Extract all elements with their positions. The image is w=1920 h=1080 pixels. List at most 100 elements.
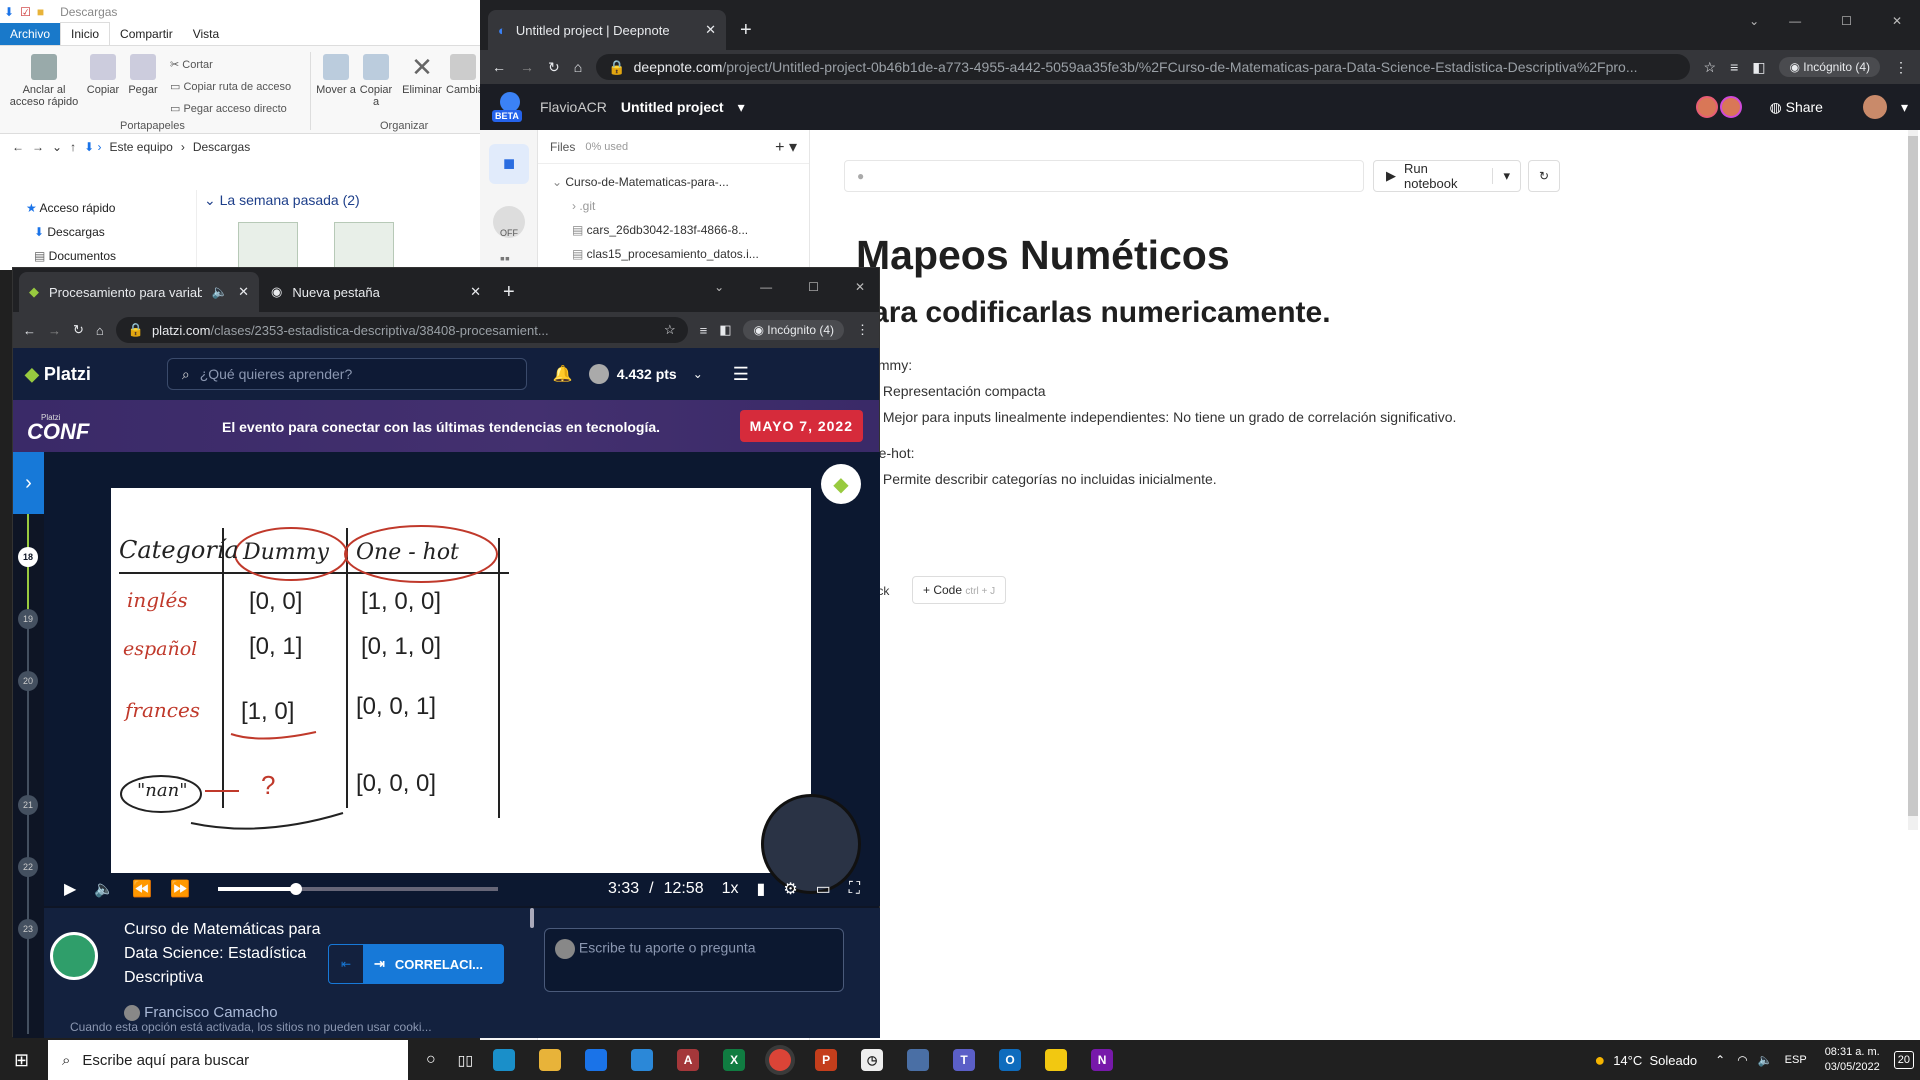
maximize-icon[interactable]: ☐	[808, 280, 819, 294]
chrome-icon[interactable]	[769, 1049, 792, 1071]
onehot-label[interactable]: One-hot:	[860, 440, 1456, 466]
forward-icon[interactable]: →	[48, 323, 61, 338]
nav-item-descargas[interactable]: ⬇ Descargas	[26, 220, 116, 244]
excel-file-icon[interactable]	[334, 222, 394, 268]
clock-app-icon[interactable]: ◷	[861, 1049, 884, 1071]
volume-icon[interactable]: 🔈	[1758, 1053, 1773, 1067]
tab-deepnote[interactable]: ◐ Untitled project | Deepnote ✕	[488, 10, 726, 50]
deepnote-logo-icon[interactable]: BETA	[492, 90, 526, 124]
reading-list-icon[interactable]: ≡	[1730, 59, 1738, 75]
new-tab-icon[interactable]: +	[740, 19, 752, 42]
weather-sun-icon[interactable]: ●	[1594, 1050, 1605, 1071]
close-icon[interactable]: ✕	[470, 284, 481, 300]
minimize-icon[interactable]: —	[760, 280, 772, 294]
excel-icon[interactable]: X	[723, 1049, 746, 1071]
list-item[interactable]: ◦ Representación compacta	[860, 378, 1456, 404]
volume-icon[interactable]: 🔈	[94, 879, 114, 899]
cut-button[interactable]: ✂ Cortar	[170, 54, 291, 76]
avatar[interactable]	[1862, 95, 1887, 119]
timeline-step[interactable]: 18	[18, 547, 38, 567]
tab-inicio[interactable]: Inicio	[60, 22, 111, 45]
side-panel-icon[interactable]: ◧	[719, 322, 731, 338]
speaker-icon[interactable]: 🔈	[212, 284, 228, 300]
back-icon[interactable]: ←	[492, 59, 506, 75]
copy-to-button[interactable]: Copiar a	[356, 54, 396, 108]
incognito-badge[interactable]: ◉ Incógnito (4)	[743, 320, 844, 340]
omnibox[interactable]: 🔒 deepnote.com/project/Untitled-project-…	[596, 54, 1690, 80]
close-icon[interactable]: ✕	[705, 22, 716, 38]
chevron-down-icon[interactable]: ⌄	[693, 367, 703, 381]
tab-search-icon[interactable]: ⌄	[714, 280, 724, 294]
folder-icon[interactable]: ■	[37, 5, 44, 19]
cortana-icon[interactable]: ○	[426, 1051, 436, 1069]
forward-arrow-icon[interactable]: →	[32, 140, 44, 154]
sidebar-toggle-button[interactable]: ›	[13, 452, 44, 514]
delete-button[interactable]: ✕ Eliminar	[400, 54, 444, 96]
windows-start-icon[interactable]: ⊞	[14, 1050, 29, 1071]
powerpoint-icon[interactable]: P	[815, 1049, 838, 1071]
nav-item-acceso-rapido[interactable]: ★ Acceso rápido	[26, 196, 116, 220]
powerbi-icon[interactable]	[1045, 1049, 1068, 1071]
dummy-label[interactable]: Dummy:	[860, 352, 1456, 378]
tray-chevron-icon[interactable]: ⌃	[1715, 1053, 1725, 1067]
search-input[interactable]: ⌕ ¿Qué quieres aprender?	[166, 358, 527, 390]
up-arrow-icon[interactable]: ↑	[70, 140, 76, 154]
breadcrumb-descargas[interactable]: Descargas	[193, 140, 250, 154]
incognito-badge[interactable]: ◉ Incógnito (4)	[1779, 57, 1880, 77]
side-panel-icon[interactable]: ◧	[1752, 59, 1765, 76]
home-icon[interactable]: ⌂	[574, 59, 582, 75]
platzi-conf-banner[interactable]: Platzi CONF El evento para conectar con …	[13, 400, 879, 454]
notification-badge[interactable]: 20	[1893, 1051, 1914, 1069]
share-button[interactable]: ◍ Share	[1770, 99, 1823, 116]
tree-item-csv[interactable]: ▤ cars_26db3042-183f-4866-8...	[552, 218, 809, 242]
file-explorer-icon[interactable]	[539, 1049, 562, 1071]
calculator-icon[interactable]	[907, 1049, 930, 1071]
files-icon[interactable]: ■	[489, 144, 529, 184]
access-icon[interactable]: A	[677, 1049, 700, 1071]
progress-knob[interactable]	[290, 883, 303, 895]
play-icon[interactable]: ▶	[64, 879, 76, 899]
bell-icon[interactable]: 🔔	[553, 364, 573, 384]
move-to-button[interactable]: Mover a	[316, 54, 356, 96]
paste-button[interactable]: Pegar	[124, 54, 162, 96]
run-options-chevron-icon[interactable]: ▾	[1492, 168, 1520, 184]
copy-path-button[interactable]: ▭ Copiar ruta de acceso	[170, 76, 291, 98]
clock[interactable]: 08:31 a. m. 03/05/2022	[1825, 1045, 1880, 1075]
recent-chevron-icon[interactable]: ⌄	[52, 140, 62, 154]
paste-shortcut-button[interactable]: ▭ Pegar acceso directo	[170, 98, 291, 120]
points-counter[interactable]: 4.432 pts	[617, 366, 677, 382]
tab-search-icon[interactable]: ⌄	[1749, 14, 1759, 28]
home-icon[interactable]: ⌂	[96, 323, 104, 338]
avatar[interactable]	[588, 364, 609, 384]
course-badge-icon[interactable]	[50, 932, 98, 980]
timeline-step[interactable]: 20	[18, 671, 38, 691]
tab-vista[interactable]: Vista	[183, 23, 229, 45]
tree-item-folder[interactable]: ⌄ Curso-de-Matematicas-para-...	[552, 170, 809, 194]
heading-2[interactable]: Para codificarlas numericamente.	[852, 296, 1331, 330]
back-icon[interactable]: ←	[23, 323, 36, 338]
properties-icon[interactable]: ☑	[20, 5, 31, 19]
omnibox[interactable]: 🔒 platzi.com/clases/2353-estadistica-des…	[115, 317, 688, 343]
add-code-button[interactable]: + Code ctrl + J	[912, 576, 1007, 604]
close-icon[interactable]: ✕	[238, 284, 249, 300]
mail-icon[interactable]	[585, 1049, 608, 1071]
prev-class-button[interactable]: ⇤	[328, 944, 364, 984]
timeline-step[interactable]: 21	[18, 795, 38, 815]
reload-icon[interactable]: ↻	[73, 322, 84, 338]
pin-button[interactable]: Anclar al acceso rápido	[4, 54, 84, 108]
course-title[interactable]: Curso de Matemáticas para Data Science: …	[124, 918, 324, 990]
back-arrow-icon[interactable]: ←	[12, 140, 24, 154]
caret-down-icon[interactable]: ▾	[738, 99, 745, 116]
tab-compartir[interactable]: Compartir	[110, 23, 183, 45]
outlook-icon[interactable]: O	[999, 1049, 1022, 1071]
maximize-icon[interactable]: ☐	[1841, 14, 1852, 28]
workspace-name[interactable]: FlavioACR	[540, 99, 607, 115]
run-notebook-button[interactable]: ▶ Run notebook ▾	[1373, 160, 1521, 192]
rename-button[interactable]: Cambiar nombre	[446, 54, 480, 96]
taskbar-search-input[interactable]: ⌕ Escribe aquí para buscar	[48, 1040, 408, 1080]
tab-archivo[interactable]: Archivo	[0, 23, 61, 45]
task-view-icon[interactable]: ▯▯	[458, 1052, 473, 1069]
weather-text[interactable]: 14°C Soleado	[1613, 1053, 1697, 1068]
tab-platzi-class[interactable]: ◆ Procesamiento para variable 🔈 ✕	[19, 272, 259, 312]
bookmark-icon[interactable]: ▮	[757, 879, 766, 899]
